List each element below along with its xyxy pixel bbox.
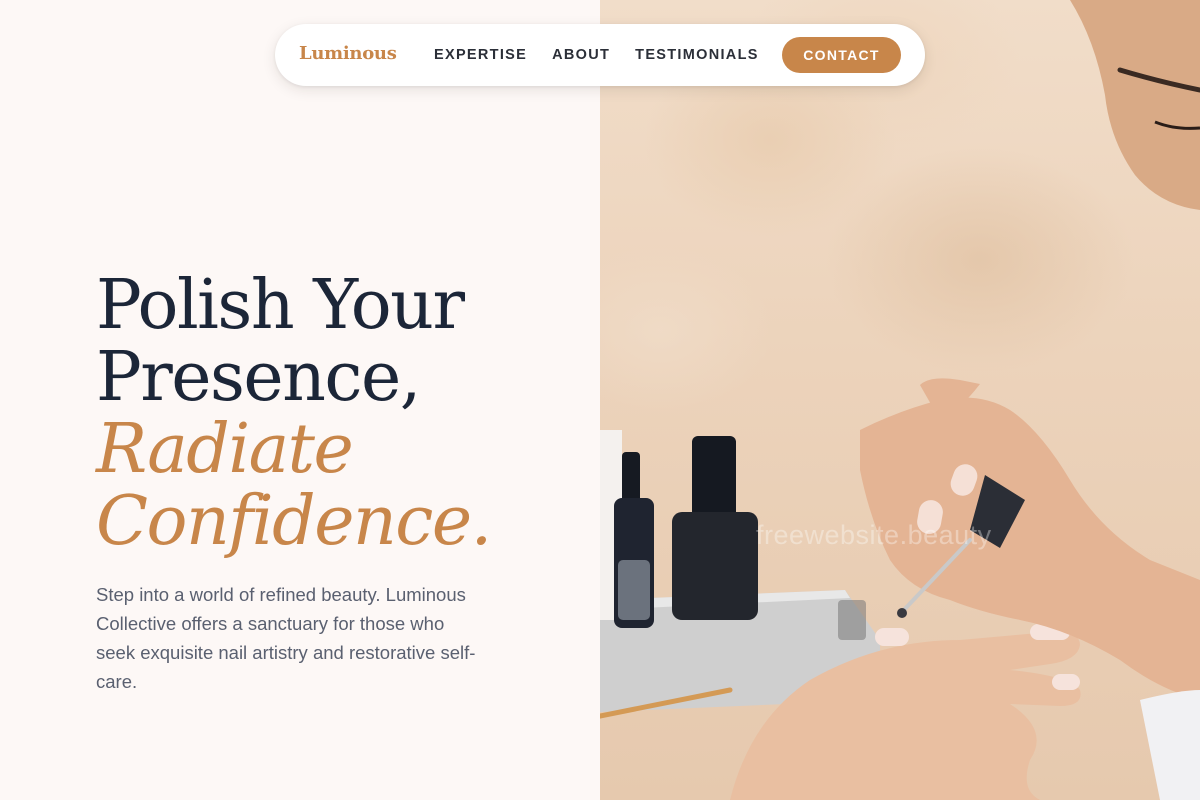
headline-line-2: Presence, <box>96 338 421 417</box>
manicure-illustration <box>600 0 1200 800</box>
sleeve-shape <box>1140 690 1200 800</box>
brand-logo[interactable]: Luminous <box>299 42 397 66</box>
hero-photo: freewebsite.beauty <box>600 0 1200 800</box>
brush-tip-shape <box>897 608 907 618</box>
small-bottle-cap <box>622 452 640 502</box>
hero-text-panel: Polish Your Presence, Radiate Confidence… <box>0 0 600 800</box>
glass-bottle-shape <box>838 600 866 640</box>
face-shape <box>1070 0 1200 210</box>
client-nail-3 <box>875 628 909 646</box>
nav-link-testimonials[interactable]: TESTIMONIALS <box>635 44 759 66</box>
headline-accent-line-1: Radiate <box>96 410 354 489</box>
large-bottle-cap <box>692 436 736 518</box>
nav-link-expertise[interactable]: EXPERTISE <box>434 44 527 66</box>
contact-button[interactable]: CONTACT <box>782 37 901 73</box>
hero-subcopy: Step into a world of refined beauty. Lum… <box>96 584 476 692</box>
nav-links: EXPERTISE ABOUT TESTIMONIALS <box>434 44 759 66</box>
hero-headline: Polish Your Presence, Radiate Confidence… <box>96 266 492 561</box>
large-bottle-shape <box>672 512 758 620</box>
landing-page: Luminous EXPERTISE ABOUT TESTIMONIALS CO… <box>0 0 1200 800</box>
headline-line-1: Polish Your <box>96 266 465 345</box>
top-navbar: Luminous EXPERTISE ABOUT TESTIMONIALS CO… <box>275 24 925 86</box>
watermark-text: freewebsite.beauty <box>756 520 992 550</box>
small-bottle-glass <box>618 560 650 620</box>
nav-link-about[interactable]: ABOUT <box>552 44 610 66</box>
headline-accent-line-2: Confidence. <box>96 482 492 561</box>
client-nail-2 <box>1052 674 1080 690</box>
